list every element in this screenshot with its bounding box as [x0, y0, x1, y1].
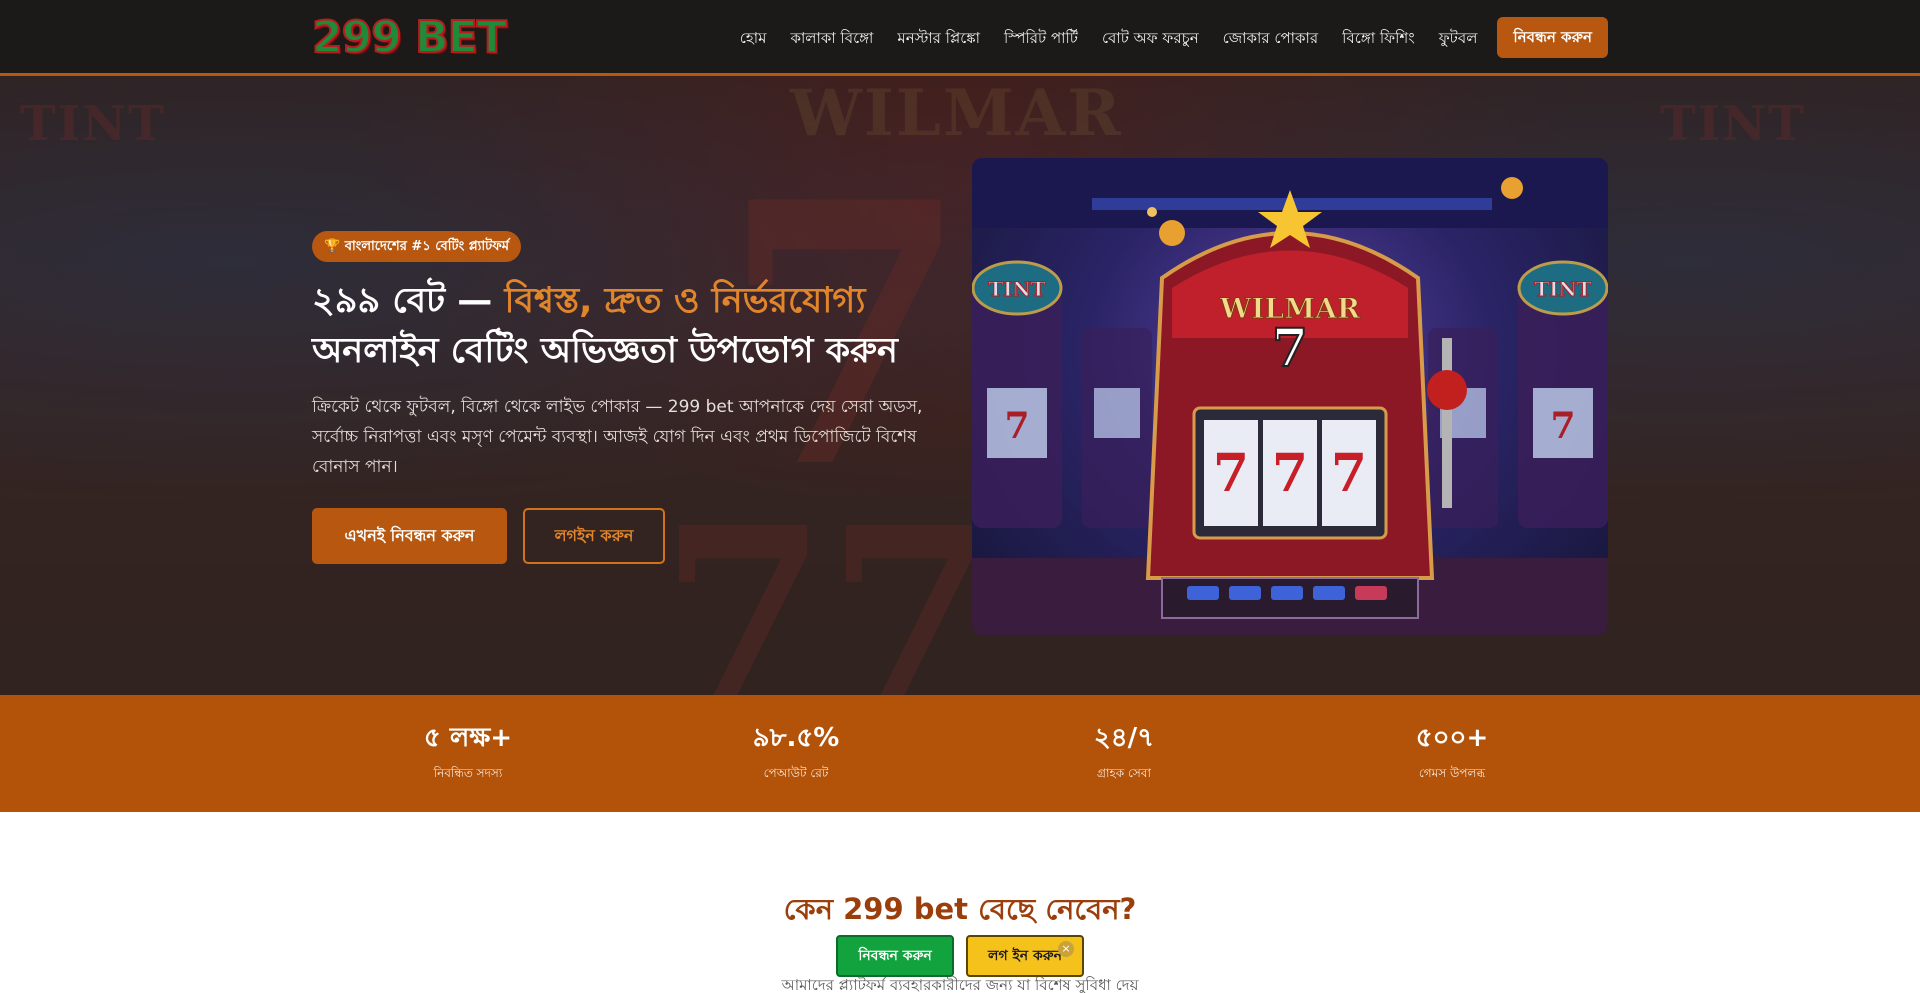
nav-link-monster-plinko[interactable]: মনস্টার প্লিঙ্কো: [885, 18, 992, 58]
hero-slot-machine-image: TINT 7 TINT 7 WILMAR 7 7 7 7: [972, 158, 1608, 635]
stat-support: ২৪/৭ গ্রাহক সেবা: [1024, 721, 1224, 781]
svg-text:7: 7: [1331, 443, 1367, 504]
nav-link-joker-poker[interactable]: জোকার পোকার: [1211, 18, 1330, 58]
floating-register-button[interactable]: নিবন্ধন করুন: [836, 935, 954, 977]
why-title: কেন 299 bet বেছে নেবেন?: [783, 892, 1137, 926]
svg-text:7: 7: [1213, 443, 1249, 504]
hero-title-accent: বিশ্বস্ত, দ্রুত ও নির্ভরযোগ্য: [504, 281, 866, 321]
main-nav: হোম কালাকা বিঙ্গো মনস্টার প্লিঙ্কো স্পির…: [728, 17, 1608, 58]
stat-value: ২৪/৭: [1093, 723, 1155, 753]
svg-text:7: 7: [1272, 318, 1308, 379]
hero-title-part1: ২৯৯ বেট —: [312, 281, 505, 321]
stat-label: নিবন্ধিত সদস্য: [433, 766, 503, 780]
nav-link-football[interactable]: ফুটবল: [1427, 18, 1490, 58]
hero-description: ক্রিকেট থেকে ফুটবল, বিঙ্গো থেকে লাইভ পোক…: [312, 397, 923, 477]
left-machine-sign: TINT: [988, 277, 1046, 301]
stat-value: ৫ লক্ষ+: [423, 723, 513, 753]
nav-register-button[interactable]: নিবন্ধন করুন: [1497, 17, 1608, 58]
hero-login-button[interactable]: লগইন করুন: [523, 508, 665, 564]
stat-label: পেআউট রেট: [763, 766, 829, 780]
nav-link-bingo-fishing[interactable]: বিঙ্গো ফিশিং: [1330, 18, 1427, 58]
slot-machine-illustration: TINT 7 TINT 7 WILMAR 7 7 7 7: [972, 158, 1608, 635]
svg-text:7: 7: [1272, 443, 1308, 504]
nav-link-home[interactable]: হোম: [728, 18, 779, 58]
hero-overlay: [0, 76, 1920, 695]
stat-payout: ৯৮.৫% পেআউট রেট: [696, 721, 896, 781]
nav-link-spirit-party[interactable]: স্পিরিট পার্টি: [992, 18, 1090, 58]
hero-register-button[interactable]: এখনই নিবন্ধন করুন: [312, 508, 507, 564]
nav-link-kalaka-bingo[interactable]: কালাকা বিঙ্গো: [778, 18, 885, 58]
hero-title-part2: অনলাইন বেটিং অভিজ্ঞতা উপভোগ করুন: [312, 331, 898, 371]
hero-title: ২৯৯ বেট — বিশ্বস্ত, দ্রুত ও নির্ভরযোগ্য …: [312, 276, 952, 376]
right-machine-sign: TINT: [1534, 277, 1592, 301]
close-icon[interactable]: ×: [1058, 941, 1074, 957]
svg-text:7: 7: [1550, 405, 1575, 447]
why-subtitle: আমাদের প্ল্যাটফর্ম ব্যবহারকারীদের জন্য য…: [781, 976, 1139, 993]
stat-games: ৫০০+ গেমস উপলব্ধ: [1352, 721, 1552, 781]
stats-bar: ৫ লক্ষ+ নিবন্ধিত সদস্য ৯৮.৫% পেআউট রেট ২…: [0, 695, 1920, 812]
stat-value: ৯৮.৫%: [752, 723, 840, 753]
top-navbar: 299 BET হোম কালাকা বিঙ্গো মনস্টার প্লিঙ্…: [0, 0, 1920, 76]
why-choose-section: কেন 299 bet বেছে নেবেন? আমাদের প্ল্যাটফর…: [0, 812, 1920, 993]
svg-text:7: 7: [1004, 405, 1029, 447]
hero-section: WILMAR TINT TINT 7 77 🏆 বাংলাদেশের #১ বে…: [0, 76, 1920, 695]
stat-value: ৫০০+: [1415, 723, 1489, 753]
stat-members: ৫ লক্ষ+ নিবন্ধিত সদস্য: [368, 721, 568, 781]
hero-badge: 🏆 বাংলাদেশের #১ বেটিং প্ল্যাটফর্ম: [312, 231, 521, 262]
brand-logo[interactable]: 299 BET: [311, 13, 508, 63]
nav-link-boat-of-fortune[interactable]: বোট অফ ফরচুন: [1090, 18, 1211, 58]
stat-label: গেমস উপলব্ধ: [1418, 766, 1486, 780]
stat-label: গ্রাহক সেবা: [1097, 766, 1151, 780]
